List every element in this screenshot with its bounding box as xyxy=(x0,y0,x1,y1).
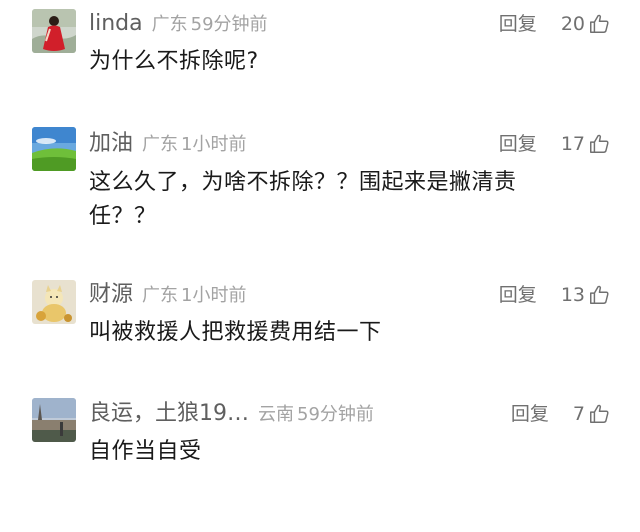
comment-meta: 良运，土狼19… 云南 59分钟前 xyxy=(89,398,374,430)
like-count[interactable]: 7 xyxy=(573,398,585,430)
avatar-street-photo xyxy=(32,398,76,442)
username[interactable]: 良运，土狼19… xyxy=(89,398,249,430)
avatar[interactable] xyxy=(32,398,76,442)
thumbs-up-icon[interactable] xyxy=(588,403,610,425)
timestamp: 59分钟前 xyxy=(297,404,374,425)
location-label: 云南 xyxy=(258,404,294,425)
reply-button[interactable]: 回复 xyxy=(511,398,549,430)
comment-text: 自作当自受 xyxy=(89,439,202,464)
comment-item: 良运，土狼19… 云南 59分钟前 回复 7 自作当自受 xyxy=(0,0,640,480)
comment-actions: 回复 7 xyxy=(511,398,610,430)
